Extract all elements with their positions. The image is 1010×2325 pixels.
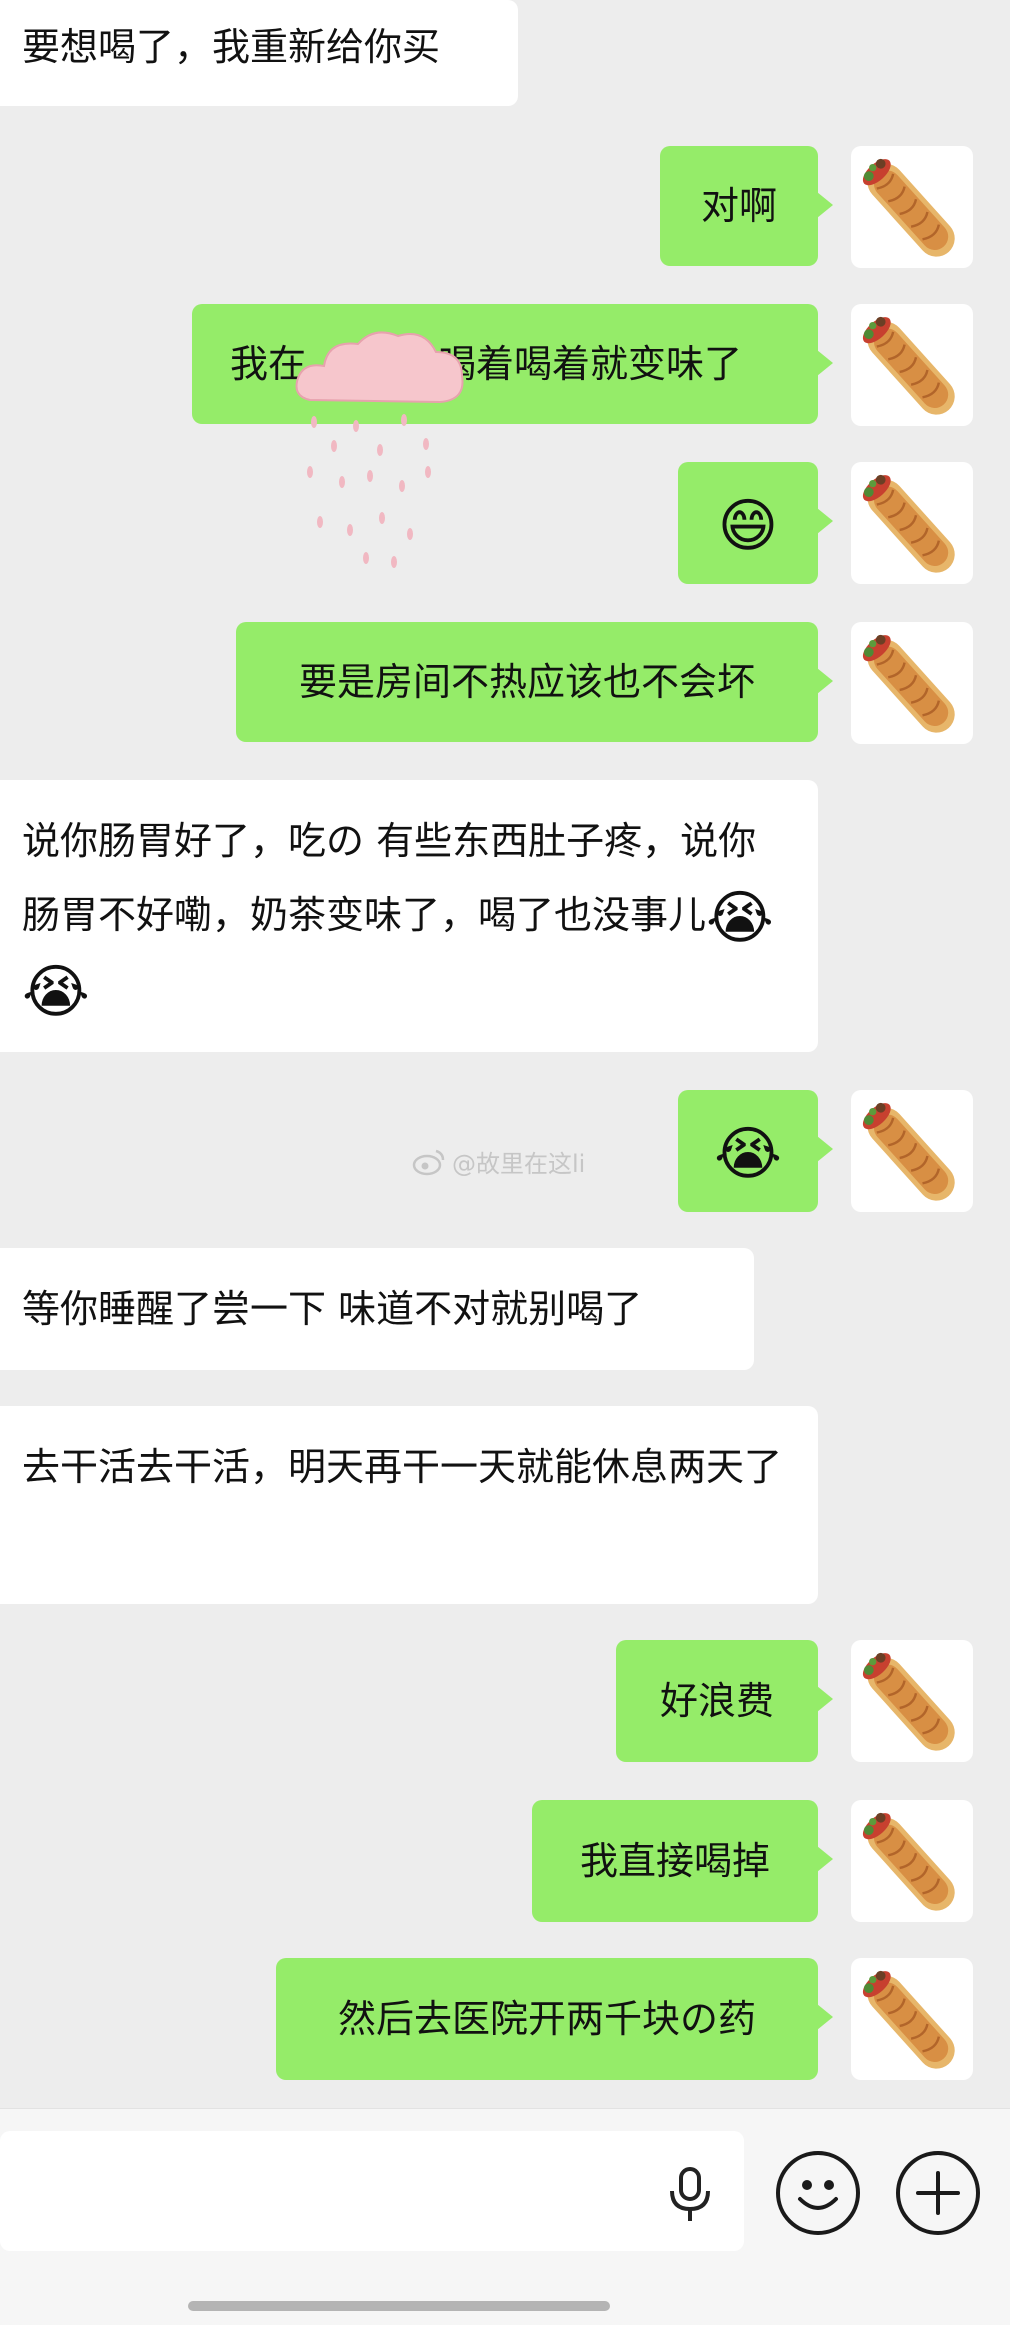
- outgoing-message-bubble[interactable]: 😭: [678, 1090, 833, 1212]
- smiley-icon: [798, 2180, 838, 2210]
- message-text: 说你肠胃好了，吃の 有些东西肚子疼，说你肠胃不好嘞，奶茶变味了，喝了也没事儿: [22, 819, 757, 937]
- message-text: 好浪费: [659, 1679, 774, 1723]
- burrito-avatar[interactable]: [851, 1090, 973, 1212]
- weibo-icon: [412, 1149, 445, 1175]
- burrito-avatar[interactable]: [851, 1640, 973, 1762]
- grinning-emoji: 😄: [717, 491, 779, 560]
- emoji-button[interactable]: [776, 2151, 860, 2235]
- incoming-message-bubble[interactable]: 等你睡醒了尝一下 味道不对就别喝了: [0, 1248, 754, 1370]
- raining-cloud-sticker: [295, 331, 464, 568]
- outgoing-message-bubble[interactable]: 对啊: [660, 146, 833, 266]
- plus-icon: [916, 2171, 960, 2215]
- burrito-avatar[interactable]: [851, 1800, 973, 1922]
- message-text: 要想喝了，我重新给你买: [22, 25, 441, 69]
- microphone-icon[interactable]: [662, 2165, 718, 2225]
- burrito-avatar[interactable]: [851, 622, 973, 744]
- burrito-avatar[interactable]: [851, 1958, 973, 2080]
- message-text-end: 喝着喝着就变味了: [438, 342, 743, 386]
- home-indicator[interactable]: [188, 2301, 610, 2311]
- burrito-avatar[interactable]: [851, 146, 973, 268]
- incoming-message-bubble[interactable]: 说你肠胃好了，吃の 有些东西肚子疼，说你肠胃不好嘞，奶茶变味了，喝了也没事儿😭😭: [0, 780, 818, 1052]
- message-text: 我直接喝掉: [579, 1839, 770, 1883]
- incoming-message-bubble[interactable]: 要想喝了，我重新给你买: [0, 0, 518, 106]
- crying-laughing-emoji: 😭: [714, 1119, 782, 1188]
- outgoing-message-bubble[interactable]: 要是房间不热应该也不会坏: [236, 622, 833, 742]
- message-text: 对啊: [700, 184, 777, 228]
- watermark: @故里在这li: [412, 1144, 585, 1179]
- message-text: 然后去医院开两千块の药: [337, 1997, 756, 2041]
- message-text: 去干活去干活，明天再干一天就能休息两天了: [22, 1445, 783, 1489]
- burrito-avatar[interactable]: [851, 304, 973, 426]
- outgoing-message-bubble[interactable]: 😄: [678, 462, 833, 584]
- message-input[interactable]: [0, 2131, 744, 2251]
- chat-input-bar: [0, 2108, 1010, 2325]
- incoming-message-bubble[interactable]: 去干活去干活，明天再干一天就能休息两天了: [0, 1406, 818, 1604]
- burrito-avatar[interactable]: [851, 462, 973, 584]
- outgoing-message-bubble[interactable]: 然后去医院开两千块の药: [276, 1958, 833, 2080]
- message-text: 要是房间不热应该也不会坏: [298, 660, 755, 704]
- outgoing-message-bubble[interactable]: 我直接喝掉: [532, 1800, 833, 1922]
- outgoing-message-bubble[interactable]: 我在 喝着喝着就变味了: [192, 304, 833, 424]
- more-button[interactable]: [896, 2151, 980, 2235]
- outgoing-message-bubble[interactable]: 好浪费: [616, 1640, 833, 1762]
- message-text: 等你睡醒了尝一下 味道不对就别喝了: [22, 1287, 643, 1331]
- watermark-text: @故里在这li: [452, 1150, 586, 1178]
